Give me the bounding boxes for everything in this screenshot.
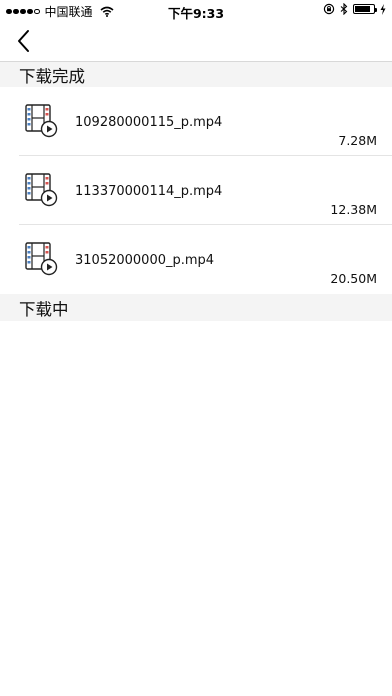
video-file-play-icon: [25, 104, 58, 138]
file-size: 20.50M: [330, 271, 377, 286]
battery-icon: [353, 4, 377, 14]
file-name: 113370000114_p.mp4: [75, 184, 223, 199]
battery-fill: [355, 6, 371, 12]
navigation-bar: [0, 20, 392, 62]
file-size: 12.38M: [330, 202, 377, 217]
file-name: 109280000115_p.mp4: [75, 115, 223, 130]
video-file-play-icon: [25, 173, 58, 207]
download-item[interactable]: 113370000114_p.mp4 12.38M: [0, 156, 392, 225]
file-size: 7.28M: [338, 133, 377, 148]
section-title-in-progress: 下载中: [19, 299, 69, 319]
file-name: 31052000000_p.mp4: [75, 253, 215, 268]
download-item[interactable]: 109280000115_p.mp4 7.28M: [0, 87, 392, 156]
video-file-play-icon: [25, 242, 58, 276]
rotation-lock-icon: [323, 3, 335, 15]
download-item[interactable]: 31052000000_p.mp4 20.50M: [0, 225, 392, 294]
bluetooth-icon: [340, 3, 348, 15]
section-title-completed: 下载完成: [19, 66, 85, 86]
back-button[interactable]: [10, 28, 36, 54]
section-header-completed: 下载完成: [0, 62, 392, 87]
status-bar: 中国联通 下午9:33: [0, 0, 392, 21]
chevron-left-icon: [18, 30, 29, 52]
charging-bolt-icon: [380, 3, 386, 15]
status-right: [323, 3, 386, 15]
section-header-in-progress: 下载中: [0, 294, 392, 321]
